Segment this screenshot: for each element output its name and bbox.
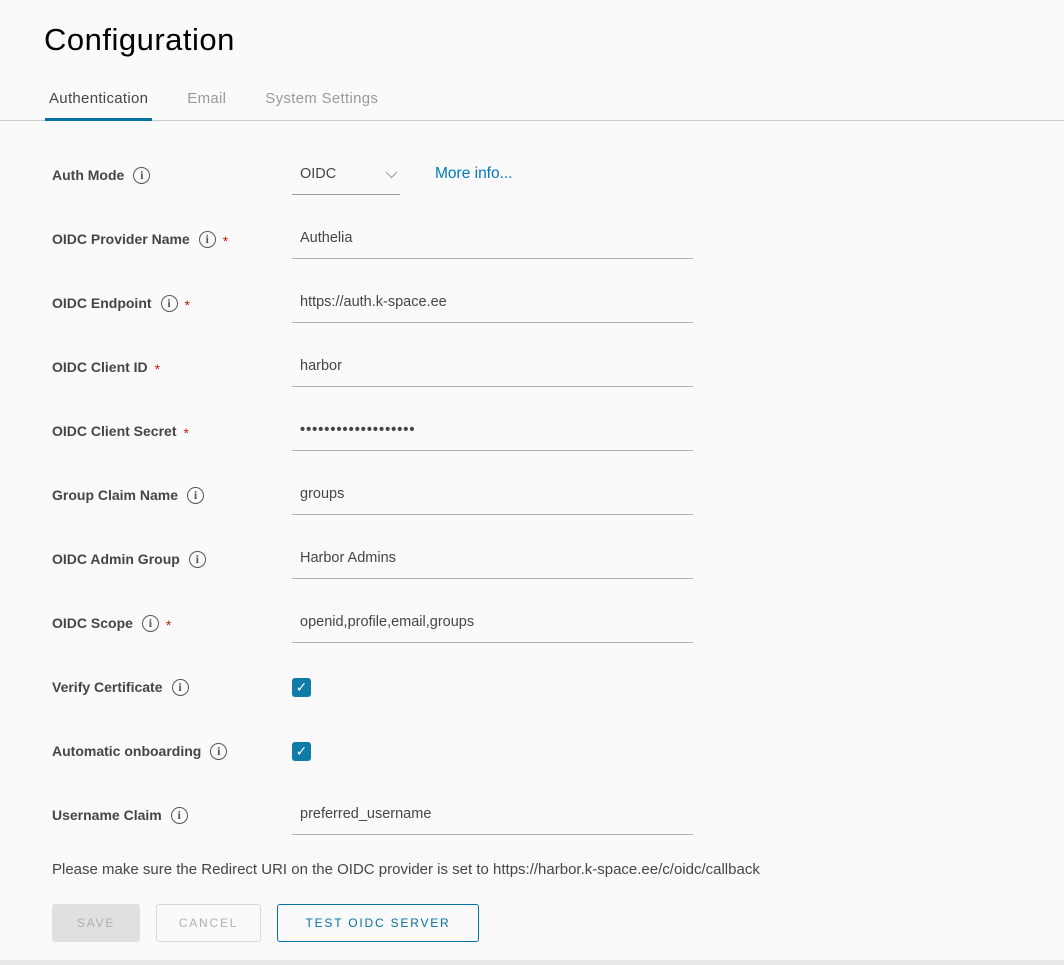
info-icon[interactable]: i: [133, 167, 150, 184]
info-icon[interactable]: i: [161, 295, 178, 312]
form-row: OIDC Scope i *: [52, 591, 1064, 655]
username-claim-label: Username Claim: [52, 807, 162, 823]
automatic-onboarding-checkbox[interactable]: ✓: [292, 742, 311, 761]
info-icon[interactable]: i: [189, 551, 206, 568]
verify-certificate-checkbox[interactable]: ✓: [292, 678, 311, 697]
info-icon[interactable]: i: [187, 487, 204, 504]
chevron-down-icon: [386, 166, 397, 177]
bottom-edge-strip: [0, 960, 1064, 965]
info-icon[interactable]: i: [199, 231, 216, 248]
required-asterisk: *: [185, 297, 190, 313]
form-row: OIDC Admin Group i: [52, 527, 1064, 591]
verify-certificate-label: Verify Certificate: [52, 679, 163, 695]
auth-settings-form: Auth Mode i OIDC More info... OIDC Provid…: [0, 121, 1064, 942]
group-claim-name-input[interactable]: [292, 484, 693, 515]
form-row: Automatic onboarding i ✓: [52, 719, 1064, 783]
oidc-admin-group-label: OIDC Admin Group: [52, 551, 180, 567]
auth-mode-select-value: OIDC: [300, 166, 336, 182]
info-icon[interactable]: i: [210, 743, 227, 760]
oidc-scope-label: OIDC Scope: [52, 615, 133, 631]
form-row: Username Claim i: [52, 783, 1064, 847]
page-header: Configuration: [0, 0, 1064, 58]
cancel-button[interactable]: CANCEL: [156, 904, 261, 942]
tab-authentication[interactable]: Authentication: [45, 84, 152, 121]
form-row: Verify Certificate i ✓: [52, 655, 1064, 719]
automatic-onboarding-label: Automatic onboarding: [52, 743, 201, 759]
required-asterisk: *: [223, 233, 228, 249]
more-info-link[interactable]: More info...: [435, 165, 513, 183]
form-actions: SAVE CANCEL TEST OIDC SERVER: [52, 904, 1064, 942]
oidc-endpoint-label: OIDC Endpoint: [52, 295, 152, 311]
info-icon[interactable]: i: [172, 679, 189, 696]
form-row: Auth Mode i OIDC More info...: [52, 143, 1064, 207]
redirect-uri-note: Please make sure the Redirect URI on the…: [52, 861, 1064, 878]
oidc-client-id-input[interactable]: [292, 356, 693, 387]
save-button[interactable]: SAVE: [52, 904, 140, 942]
auth-mode-select[interactable]: OIDC: [292, 164, 400, 195]
required-asterisk: *: [183, 425, 188, 441]
auth-mode-label: Auth Mode: [52, 167, 124, 183]
oidc-endpoint-input[interactable]: [292, 292, 693, 323]
tab-bar: Authentication Email System Settings: [0, 84, 1064, 121]
oidc-provider-name-label: OIDC Provider Name: [52, 231, 190, 247]
form-row: OIDC Client ID *: [52, 335, 1064, 399]
info-icon[interactable]: i: [171, 807, 188, 824]
oidc-client-id-label: OIDC Client ID: [52, 359, 148, 375]
tab-email[interactable]: Email: [183, 84, 230, 121]
oidc-scope-input[interactable]: [292, 612, 693, 643]
oidc-client-secret-label: OIDC Client Secret: [52, 423, 176, 439]
tab-system-settings[interactable]: System Settings: [261, 84, 382, 121]
oidc-admin-group-input[interactable]: [292, 548, 693, 579]
page-title: Configuration: [44, 22, 1064, 58]
form-row: OIDC Client Secret *: [52, 399, 1064, 463]
form-row: OIDC Endpoint i *: [52, 271, 1064, 335]
oidc-provider-name-input[interactable]: [292, 228, 693, 259]
required-asterisk: *: [166, 617, 171, 633]
oidc-client-secret-input[interactable]: [292, 420, 693, 451]
info-icon[interactable]: i: [142, 615, 159, 632]
group-claim-name-label: Group Claim Name: [52, 487, 178, 503]
test-oidc-server-button[interactable]: TEST OIDC SERVER: [277, 904, 479, 942]
username-claim-input[interactable]: [292, 804, 693, 835]
required-asterisk: *: [155, 361, 160, 377]
form-row: Group Claim Name i: [52, 463, 1064, 527]
form-row: OIDC Provider Name i *: [52, 207, 1064, 271]
